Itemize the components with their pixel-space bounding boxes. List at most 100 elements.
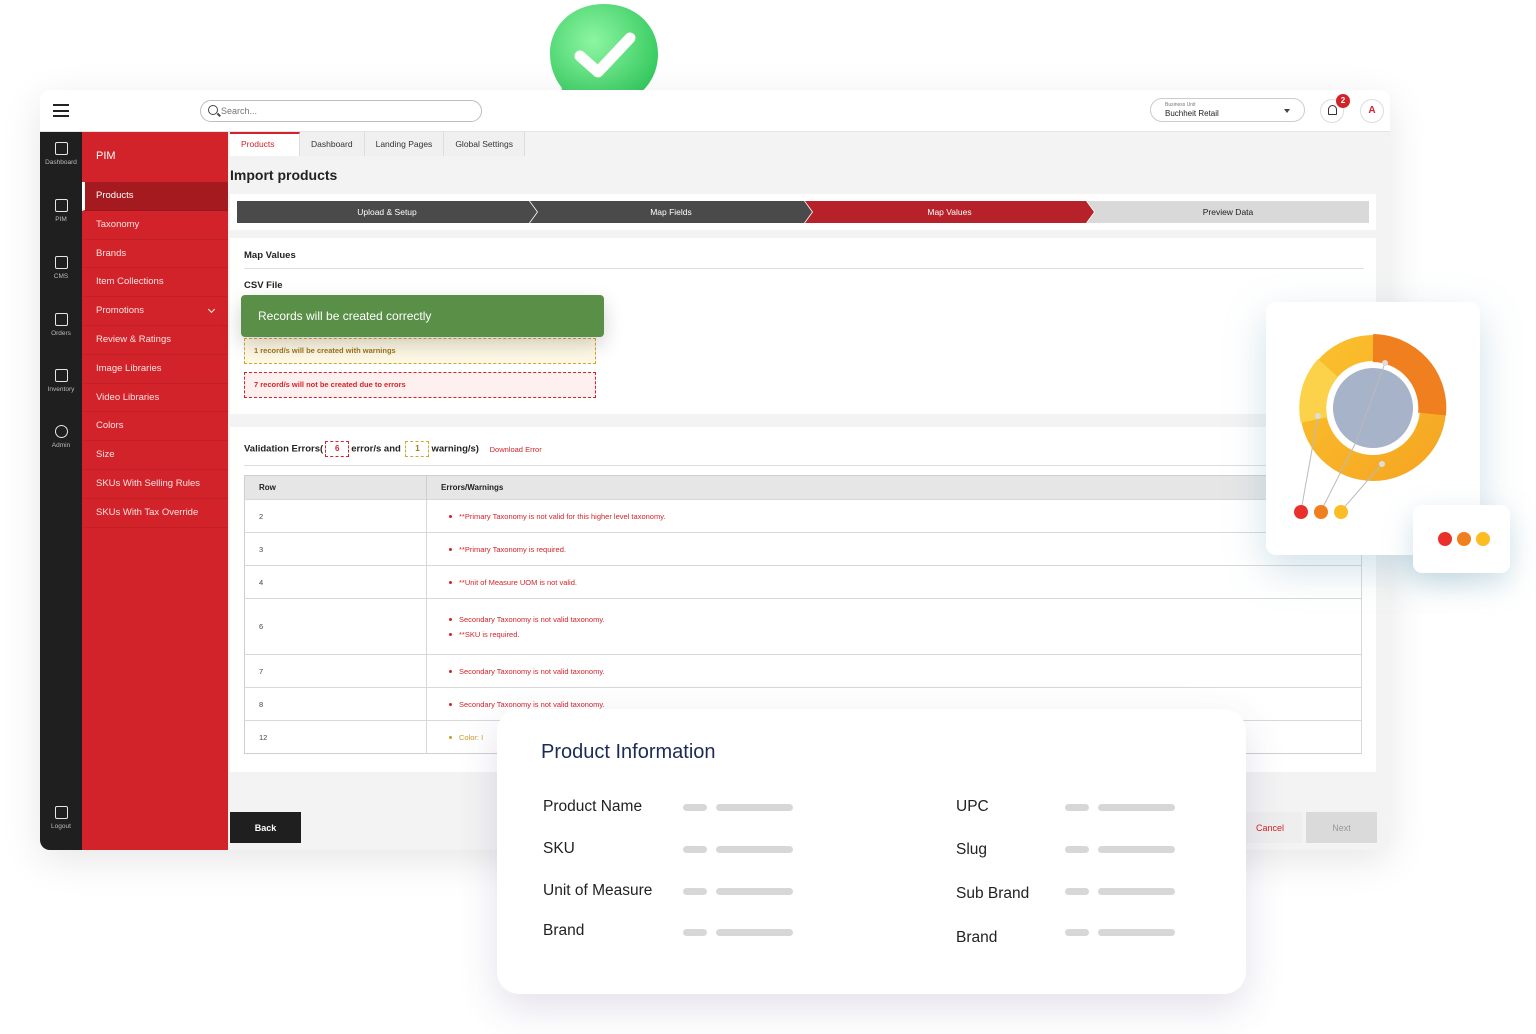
table-row: 6 Secondary Taxonomy is not valid taxono… (244, 598, 1362, 655)
error-message: Secondary Taxonomy is not valid taxonomy… (459, 699, 605, 709)
error-cell: **Unit of Measure UOM is not valid. (426, 565, 1362, 599)
validation-summary: Validation Errors(6 error/s and 1 warning/… (244, 441, 542, 457)
rail-item-admin[interactable]: Admin (40, 425, 82, 475)
cancel-button[interactable]: Cancel (1238, 812, 1302, 843)
sidebar-item-size[interactable]: Size (82, 441, 228, 470)
logout-icon (54, 806, 68, 819)
sidebar-menu: Products Taxonomy Brands Item Collection… (82, 182, 228, 528)
sidebar-item-taxonomy[interactable]: Taxonomy (82, 211, 228, 240)
table-row: 4 **Unit of Measure UOM is not valid. (244, 565, 1362, 599)
bullet (449, 515, 452, 519)
red-dot-icon (1438, 532, 1452, 546)
field-label-sku: SKU (543, 840, 575, 857)
placeholder-bar (1065, 888, 1089, 895)
business-unit-value: Buchheit Retail (1165, 109, 1219, 118)
tab-dashboard[interactable]: Dashboard (300, 132, 365, 156)
warning-records-banner: 1 record/s will be created with warnings (244, 338, 596, 364)
map-values-heading: Map Values (244, 250, 296, 261)
sidebar-item-skus-tax-override[interactable]: SKUs With Tax Override (82, 499, 228, 528)
download-error-link[interactable]: Download Error (490, 445, 542, 454)
orange-dot-icon (1457, 532, 1471, 546)
tab-products[interactable]: Products (230, 132, 300, 156)
sidebar-item-promotions[interactable]: Promotions (82, 297, 228, 326)
table-row: 2 **Primary Taxonomy is not valid for th… (244, 499, 1362, 533)
legend-dots-card (1413, 505, 1510, 573)
tab-global-settings[interactable]: Global Settings (444, 132, 525, 156)
sidebar-item-products[interactable]: Products (82, 182, 228, 211)
field-label-upc: UPC (956, 798, 989, 815)
sidebar-item-video-libraries[interactable]: Video Libraries (82, 384, 228, 413)
logout-button[interactable]: Logout (40, 806, 82, 850)
rail-item-inventory[interactable]: Inventory (40, 369, 82, 419)
sidebar-item-item-collections[interactable]: Item Collections (82, 268, 228, 298)
orders-icon (54, 313, 68, 326)
placeholder-bar (716, 846, 793, 853)
warning-message: Color: I (459, 732, 484, 742)
page-title: Import products (230, 167, 338, 183)
search-input[interactable] (221, 103, 471, 119)
rail-item-pim[interactable]: PIM (40, 199, 82, 249)
pim-icon (54, 199, 68, 212)
sidebar-item-brands[interactable]: Brands (82, 240, 228, 269)
placeholder-bar (683, 929, 707, 936)
sidebar-item-skus-selling-rules[interactable]: SKUs With Selling Rules (82, 470, 228, 499)
search-icon (208, 105, 218, 115)
business-unit-label: Business Unit (1165, 102, 1196, 108)
sidebar-item-review-ratings[interactable]: Review & Ratings (82, 326, 228, 355)
rail-label: Dashboard (45, 159, 77, 166)
row-number: 8 (244, 687, 427, 721)
chevron-down-icon (207, 306, 216, 314)
tab-bar: Products Dashboard Landing Pages Global … (230, 132, 525, 156)
user-icon (54, 425, 68, 438)
error-cell: Secondary Taxonomy is not valid taxonomy… (426, 654, 1362, 688)
placeholder-bar (716, 804, 793, 811)
step-map-values[interactable]: Map Values (805, 201, 1094, 223)
bullet (449, 736, 452, 740)
rail-item-orders[interactable]: Orders (40, 313, 82, 363)
step-upload-setup[interactable]: Upload & Setup (237, 201, 537, 223)
hamburger-menu-icon[interactable] (53, 104, 69, 117)
placeholder-bar (1065, 929, 1089, 936)
rail-item-dashboard[interactable]: Dashboard (40, 142, 82, 192)
icon-rail: Dashboard PIM CMS Orders Inventory Admin… (40, 132, 82, 850)
csv-file-label: CSV File (244, 280, 283, 291)
rail-label: Inventory (47, 386, 75, 393)
row-number: 6 (244, 598, 427, 655)
field-label-unit-of-measure: Unit of Measure (543, 882, 653, 899)
search-box[interactable] (200, 100, 482, 122)
business-unit-select[interactable]: Business Unit Buchheit Retail (1150, 98, 1305, 122)
bullet (449, 618, 452, 622)
placeholder-bar (683, 804, 707, 811)
success-toast: Records will be created correctly (241, 295, 604, 337)
tab-landing-pages[interactable]: Landing Pages (364, 132, 445, 156)
step-map-fields[interactable]: Map Fields (530, 201, 812, 223)
placeholder-bar (683, 846, 707, 853)
sidebar-item-image-libraries[interactable]: Image Libraries (82, 355, 228, 384)
placeholder-bar (1098, 888, 1175, 895)
rail-label: PIM (55, 216, 67, 223)
error-cell: **Primary Taxonomy is required. (426, 532, 1362, 566)
error-message-line: **SKU is required. (449, 630, 1361, 639)
placeholder-bar (1065, 846, 1089, 853)
error-message: Secondary Taxonomy is not valid taxonomy… (459, 666, 605, 676)
notifications-button[interactable]: 2 (1320, 94, 1350, 123)
placeholder-bar (1098, 846, 1175, 853)
field-label-product-name: Product Name (543, 798, 643, 815)
step-preview-data[interactable]: Preview Data (1087, 201, 1369, 223)
stepper-container: Upload & Setup Map Fields Map Values Pre… (230, 194, 1376, 230)
avatar[interactable]: A (1360, 99, 1384, 123)
field-label-slug: Slug (956, 841, 988, 858)
row-number: 2 (244, 499, 427, 533)
bullet (449, 581, 452, 585)
rail-item-cms[interactable]: CMS (40, 256, 82, 306)
placeholder-bar (683, 888, 707, 895)
notification-badge: 2 (1336, 94, 1350, 108)
next-button[interactable]: Next (1306, 812, 1377, 843)
divider (244, 465, 1364, 466)
table-row: 3 **Primary Taxonomy is required. (244, 532, 1362, 566)
validation-prefix: Validation Errors( (244, 443, 324, 455)
inventory-icon (54, 369, 68, 382)
back-button[interactable]: Back (230, 812, 301, 843)
yellow-dot-icon (1476, 532, 1490, 546)
sidebar-item-colors[interactable]: Colors (82, 412, 228, 442)
